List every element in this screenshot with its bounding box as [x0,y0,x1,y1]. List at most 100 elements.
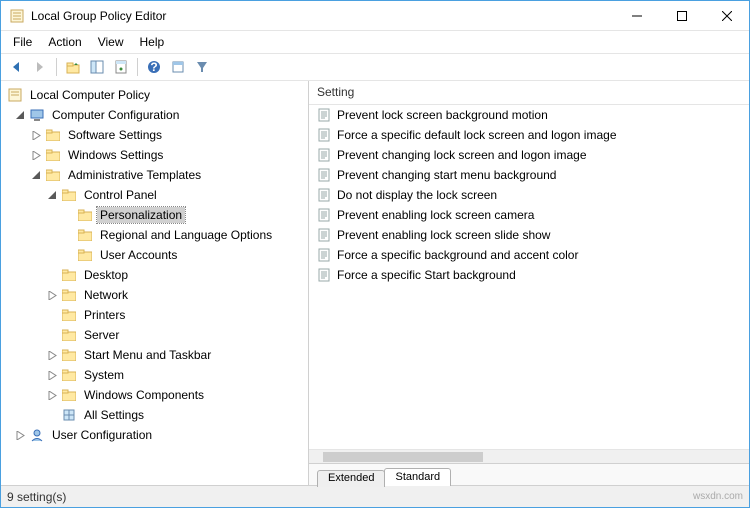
list-row[interactable]: Prevent changing lock screen and logon i… [309,145,749,165]
help-button[interactable]: ? [143,56,165,78]
tree-system[interactable]: System [1,365,308,385]
tab-standard[interactable]: Standard [384,468,451,486]
column-header-setting[interactable]: Setting [309,81,749,104]
tree-regional[interactable]: Regional and Language Options [1,225,308,245]
tree-windows-settings[interactable]: Windows Settings [1,145,308,165]
tree-label: User Accounts [97,247,180,263]
tree-label: Windows Settings [65,147,166,163]
tree-windows-components[interactable]: Windows Components [1,385,308,405]
status-text: 9 setting(s) [7,490,66,504]
tree-pane[interactable]: Local Computer Policy Computer Configura… [1,81,309,485]
view-tabs: Extended Standard [309,463,749,485]
all-settings-icon [61,407,77,423]
tree-all-settings[interactable]: All Settings [1,405,308,425]
menu-help[interactable]: Help [132,33,173,51]
forward-button[interactable] [29,56,51,78]
user-icon [29,427,45,443]
expand-icon[interactable] [29,148,43,162]
svg-text:?: ? [150,60,157,74]
close-button[interactable] [704,1,749,30]
tree-admin-templates[interactable]: Administrative Templates [1,165,308,185]
setting-name: Prevent lock screen background motion [337,108,548,122]
tree-label: Computer Configuration [49,107,182,123]
tree-printers[interactable]: Printers [1,305,308,325]
menu-file[interactable]: File [5,33,40,51]
collapse-icon[interactable] [45,188,59,202]
up-button[interactable] [62,56,84,78]
folder-icon [77,227,93,243]
setting-name: Prevent enabling lock screen slide show [337,228,550,242]
setting-name: Prevent enabling lock screen camera [337,208,534,222]
tree-label: Desktop [81,267,131,283]
tree-server[interactable]: Server [1,325,308,345]
tree-user-config[interactable]: User Configuration [1,425,308,445]
expand-icon[interactable] [45,288,59,302]
scroll-thumb[interactable] [323,452,483,462]
setting-name: Force a specific background and accent c… [337,248,578,262]
settings-list-scroll[interactable]: Setting State Prevent lock screen backgr… [309,81,749,449]
tree-desktop[interactable]: Desktop [1,265,308,285]
folder-icon [45,167,61,183]
tree-label: Start Menu and Taskbar [81,347,214,363]
tree-computer-config[interactable]: Computer Configuration [1,105,308,125]
policy-icon [317,148,331,162]
cell-setting: Prevent enabling lock screen camera [309,208,749,222]
policy-icon [317,168,331,182]
properties-button[interactable] [110,56,132,78]
folder-icon [61,347,77,363]
folder-icon [45,127,61,143]
expand-icon[interactable] [13,428,27,442]
expand-icon[interactable] [45,368,59,382]
computer-icon [29,107,45,123]
export-button[interactable] [167,56,189,78]
back-button[interactable] [5,56,27,78]
tree-control-panel[interactable]: Control Panel [1,185,308,205]
tree-personalization[interactable]: Personalization [1,205,308,225]
maximize-button[interactable] [659,1,704,30]
cell-setting: Prevent changing lock screen and logon i… [309,148,749,162]
policy-icon [317,248,331,262]
tree-software-settings[interactable]: Software Settings [1,125,308,145]
cell-setting: Force a specific background and accent c… [309,248,749,262]
list-row[interactable]: Force a specific background and accent c… [309,245,749,265]
list-row[interactable]: Force a specific default lock screen and… [309,125,749,145]
watermark: wsxdn.com [693,491,743,502]
tree-label: Windows Components [81,387,207,403]
tree-user-accounts[interactable]: User Accounts [1,245,308,265]
policy-icon [317,188,331,202]
tree-label: Regional and Language Options [97,227,275,243]
filter-button[interactable] [191,56,213,78]
menu-view[interactable]: View [90,33,132,51]
show-hide-tree-button[interactable] [86,56,108,78]
separator [137,58,138,76]
folder-icon [61,287,77,303]
folder-icon [61,307,77,323]
tree-label: Printers [81,307,128,323]
cell-setting: Prevent lock screen background motion [309,108,749,122]
minimize-button[interactable] [614,1,659,30]
tree-root[interactable]: Local Computer Policy [1,85,308,105]
tree-label: Control Panel [81,187,160,203]
policy-root-icon [7,87,23,103]
toolbar: ? [1,53,749,81]
titlebar: Local Group Policy Editor [1,1,749,31]
menu-action[interactable]: Action [40,33,89,51]
collapse-icon[interactable] [29,168,43,182]
folder-icon [61,387,77,403]
tree-network[interactable]: Network [1,285,308,305]
folder-icon [61,187,77,203]
statusbar: 9 setting(s) wsxdn.com [1,485,749,507]
list-row[interactable]: Prevent lock screen background motionNot… [309,105,749,125]
tab-extended[interactable]: Extended [317,470,385,487]
list-row[interactable]: Do not display the lock screenNot config… [309,185,749,205]
collapse-icon[interactable] [13,108,27,122]
list-row[interactable]: Force a specific Start backgroundNot con… [309,265,749,285]
tree-start-menu[interactable]: Start Menu and Taskbar [1,345,308,365]
list-row[interactable]: Prevent enabling lock screen slide showN… [309,225,749,245]
expand-icon[interactable] [45,348,59,362]
list-row[interactable]: Prevent changing start menu backgroundNo… [309,165,749,185]
list-row[interactable]: Prevent enabling lock screen cameraNot c… [309,205,749,225]
expand-icon[interactable] [45,388,59,402]
horizontal-scrollbar[interactable] [309,449,749,463]
expand-icon[interactable] [29,128,43,142]
